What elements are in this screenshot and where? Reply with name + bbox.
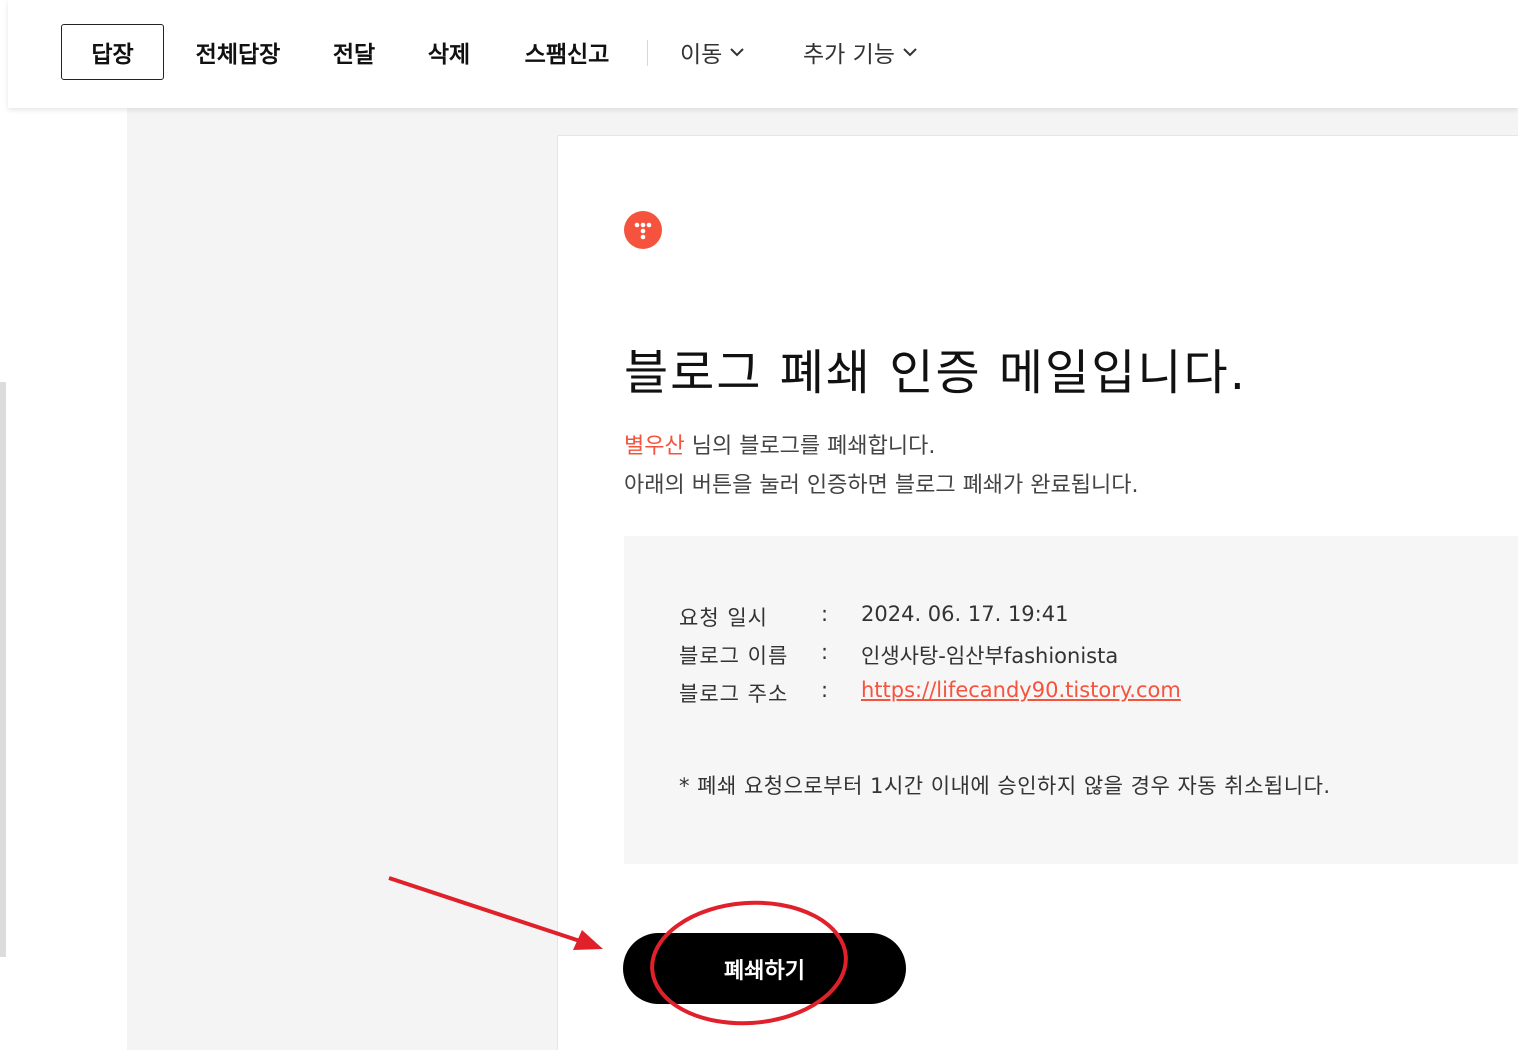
colon: : bbox=[821, 678, 829, 702]
chevron-down-icon bbox=[903, 48, 917, 57]
description-line-2: 아래의 버튼을 눌러 인증하면 블로그 폐쇄가 완료됩니다. bbox=[624, 473, 1139, 498]
colon: : bbox=[821, 640, 829, 664]
mail-body: 블로그 폐쇄 인증 메일입니다. 별우산 님의 블로그를 폐쇄합니다. 아래의 … bbox=[557, 135, 1518, 1050]
delete-button[interactable]: 삭제 bbox=[413, 24, 485, 80]
close-blog-button[interactable]: 폐쇄하기 bbox=[623, 933, 906, 1004]
toolbar-divider bbox=[647, 40, 648, 66]
user-name: 별우산 bbox=[624, 434, 685, 459]
move-dropdown[interactable]: 이동 bbox=[680, 24, 746, 80]
more-features-label: 추가 기능 bbox=[803, 42, 895, 68]
chevron-down-icon bbox=[730, 48, 745, 57]
more-features-dropdown[interactable]: 추가 기능 bbox=[803, 24, 919, 80]
auto-cancel-notice: * 폐쇄 요청으로부터 1시간 이내에 승인하지 않을 경우 자동 취소됩니다. bbox=[679, 774, 1331, 798]
reply-button[interactable]: 답장 bbox=[61, 24, 164, 80]
colon: : bbox=[821, 602, 829, 626]
mail-description: 별우산 님의 블로그를 폐쇄합니다. 아래의 버튼을 눌러 인증하면 블로그 폐… bbox=[624, 427, 1138, 505]
spam-report-button[interactable]: 스팸신고 bbox=[508, 24, 626, 80]
left-margin bbox=[8, 108, 127, 1050]
blog-url-link[interactable]: https://lifecandy90.tistory.com bbox=[861, 678, 1181, 702]
request-time-value: 2024. 06. 17. 19:41 bbox=[861, 602, 1069, 626]
blog-name-value: 인생사탕-임산부fashionista bbox=[861, 644, 1119, 668]
blog-name-label: 블로그 이름 bbox=[679, 644, 789, 668]
mail-toolbar: 답장 전체답장 전달 삭제 스팸신고 이동 추가 기능 bbox=[8, 0, 1518, 108]
forward-button[interactable]: 전달 bbox=[318, 24, 390, 80]
blog-url-label: 블로그 주소 bbox=[679, 682, 789, 706]
tistory-logo-icon bbox=[624, 211, 662, 249]
description-line-1: 님의 블로그를 폐쇄합니다. bbox=[684, 434, 936, 459]
move-label: 이동 bbox=[680, 42, 723, 68]
scrollbar[interactable] bbox=[0, 382, 6, 957]
reply-all-button[interactable]: 전체답장 bbox=[178, 24, 298, 80]
mail-title: 블로그 폐쇄 인증 메일입니다. bbox=[624, 345, 1247, 401]
request-time-label: 요청 일시 bbox=[679, 606, 768, 630]
request-info-box: 요청 일시 : 2024. 06. 17. 19:41 블로그 이름 : 인생사… bbox=[624, 536, 1518, 864]
